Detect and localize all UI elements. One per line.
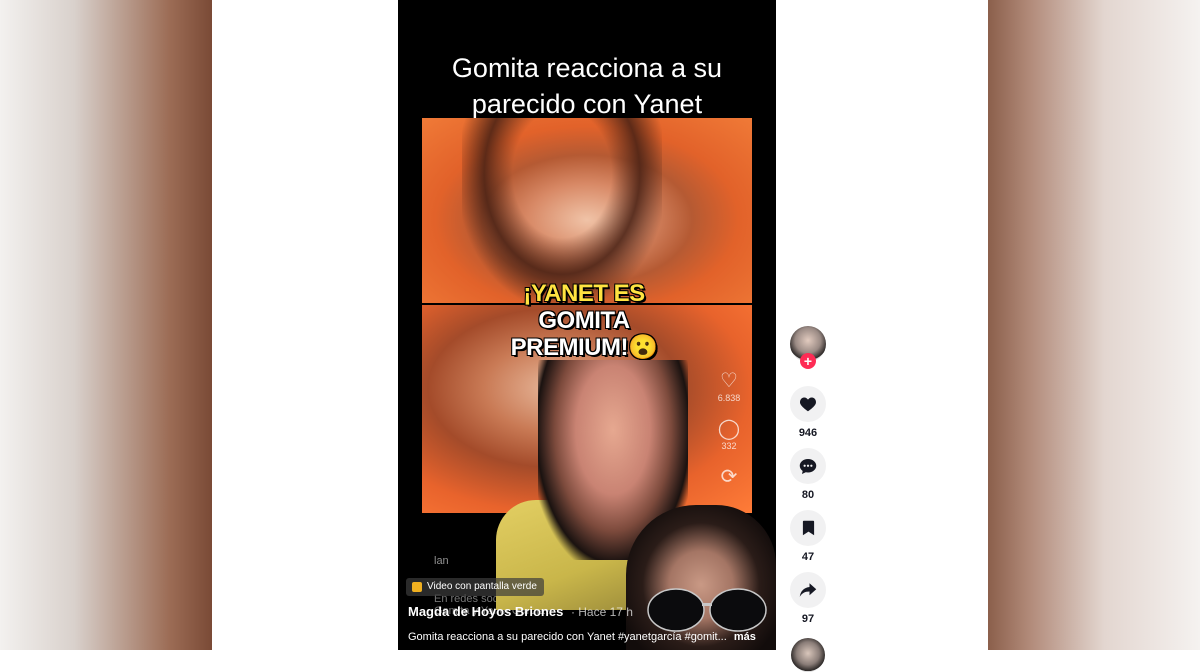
caption-more-link[interactable]: más (734, 631, 756, 643)
blurred-background-left (0, 0, 212, 650)
author-line[interactable]: Magda de Hoyos Briones · Hace 17 h (408, 604, 633, 619)
share-button[interactable] (790, 572, 826, 608)
author-name[interactable]: Magda de Hoyos Briones (408, 604, 563, 619)
action-rail: + 946 80 47 97 (788, 326, 828, 672)
embedded-like: ♡ 6.838 (716, 370, 742, 404)
like-count: 946 (798, 427, 818, 439)
bookmark-icon (802, 520, 814, 536)
save-count: 47 (801, 551, 815, 563)
embedded-like-count: 6.838 (717, 393, 741, 403)
video-frame-top (422, 118, 752, 303)
embedded-comment-count: 332 (721, 441, 737, 451)
comment-button[interactable] (790, 448, 826, 484)
embedded-repost-icon: ⟳ (720, 466, 738, 488)
video-player[interactable]: Gomita reacciona a su parecido con Yanet… (398, 0, 776, 650)
heart-icon (799, 397, 817, 412)
embedded-actions: ♡ 6.838 ◯ 332 ⟳ (716, 370, 742, 502)
embedded-repost: ⟳ (716, 466, 742, 488)
hair-shadow (462, 118, 662, 303)
video-title: Gomita reacciona a su parecido con Yanet (451, 53, 723, 119)
share-count: 97 (801, 613, 815, 625)
banner-white-text: GOMITA (538, 307, 630, 334)
caption-text: Gomita reacciona a su parecido con Yanet… (408, 631, 727, 643)
green-screen-icon (412, 582, 422, 592)
comment-bubble-icon (799, 458, 817, 474)
green-screen-badge: Video con pantalla verde (406, 578, 544, 596)
embedded-comment: ◯ 332 (716, 418, 742, 452)
video-banner-text: ¡YANET ES GOMITA PREMIUM!😮 (494, 280, 674, 361)
comment-count: 80 (801, 489, 815, 501)
blurred-background-right (988, 0, 1200, 650)
follow-button[interactable]: + (800, 353, 816, 369)
video-caption: Gomita reacciona a su parecido con Yanet… (408, 631, 756, 643)
next-creator-avatar[interactable] (791, 638, 825, 672)
banner-yellow-text: ¡YANET ES (523, 280, 645, 307)
like-button[interactable] (790, 386, 826, 422)
share-arrow-icon (799, 583, 817, 597)
green-screen-label: Video con pantalla verde (427, 581, 537, 592)
banner-line2: PREMIUM!😮 (510, 334, 658, 361)
embedded-comment-icon: ◯ (717, 418, 741, 440)
save-button[interactable] (790, 510, 826, 546)
sunglasses-shape (647, 588, 767, 632)
embedded-username: lan (434, 555, 449, 567)
post-time: · Hace 17 h (570, 605, 633, 619)
creator-avatar[interactable]: + (790, 326, 826, 369)
embedded-heart-icon: ♡ (720, 370, 738, 392)
